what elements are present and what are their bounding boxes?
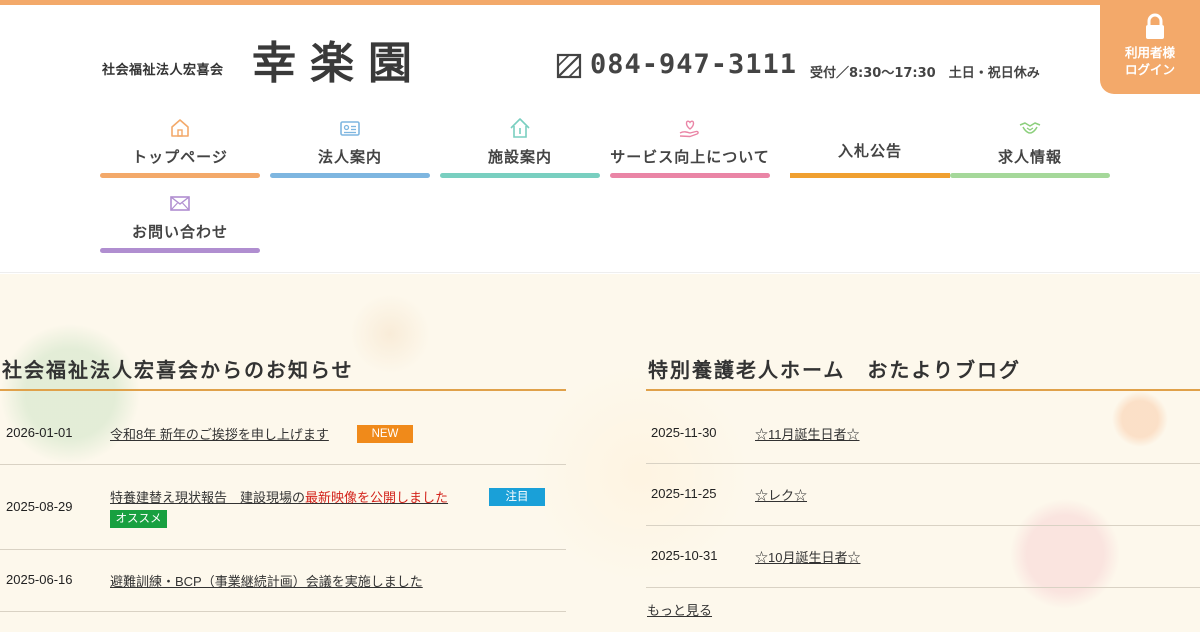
heart-hand-icon <box>679 120 699 138</box>
login-label: 利用者様 ログイン <box>1124 45 1175 77</box>
nav-underline <box>100 173 260 178</box>
news-row: 2025-06-16 避難訓練・BCP（事業継続計画）会議を実施しました <box>0 550 566 612</box>
lock-icon <box>1146 13 1164 39</box>
nav-top-page[interactable]: トップページ <box>100 116 260 178</box>
blog-date: 2025-11-25 <box>651 486 717 501</box>
news-date: 2025-08-29 <box>6 499 73 514</box>
nav-underline <box>270 173 430 178</box>
attention-badge: 注目 <box>489 488 545 506</box>
handshake-icon <box>1019 122 1041 134</box>
id-card-icon <box>340 121 360 136</box>
phone-hours: 受付／8:30～17:30 土日・祝日休み <box>810 66 1040 81</box>
nav-label: 入札公告 <box>837 142 902 160</box>
site-header: 社会福祉法人宏喜会 幸楽園 084-947-3111 受付／8:30～17:30… <box>0 5 1200 273</box>
news-date: 2025-06-16 <box>6 572 73 587</box>
nav-underline <box>950 173 1110 178</box>
nav-underline <box>100 248 260 253</box>
main-content: 社会福祉法人宏喜会からのお知らせ 2026-01-01 令和8年 新年のご挨拶を… <box>0 274 1200 632</box>
news-section-title: 社会福祉法人宏喜会からのお知らせ <box>2 358 354 382</box>
nav-label: 法人案内 <box>317 148 382 166</box>
nav-service[interactable]: サービス向上について <box>610 116 770 178</box>
house-icon <box>171 119 189 137</box>
recommend-badge: オススメ <box>110 510 167 528</box>
blog-more-link[interactable]: もっと見る <box>647 600 712 619</box>
news-title-link[interactable]: 令和8年 新年のご挨拶を申し上げます <box>110 424 329 443</box>
nav-underline <box>610 173 770 178</box>
org-name: 社会福祉法人宏喜会 <box>102 63 224 78</box>
news-row: 2025-08-29 特養建替え現状報告 建設現場の最新映像を公開しました 注目… <box>0 465 566 550</box>
news-date: 2026-01-01 <box>6 425 73 440</box>
highlight-text: 最新映像を公開しました <box>305 490 449 505</box>
user-login-button[interactable]: 利用者様 ログイン <box>1100 5 1200 94</box>
building-icon <box>510 118 530 138</box>
nav-underline <box>440 173 600 178</box>
blog-row: 2025-11-25 ☆レク☆ <box>646 464 1200 526</box>
blog-section-title: 特別養護老人ホーム おたよりブログ <box>648 358 1021 382</box>
nav-label: サービス向上について <box>610 148 770 166</box>
blog-row: 2025-10-31 ☆10月誕生日者☆ <box>646 526 1200 588</box>
nav-recruit[interactable]: 求人情報 <box>950 116 1110 178</box>
nav-facility[interactable]: 施設案内 <box>440 116 600 178</box>
blog-date: 2025-10-31 <box>651 548 718 563</box>
nav-label: トップページ <box>132 148 228 166</box>
blog-title-link[interactable]: ☆レク☆ <box>755 485 807 504</box>
phone-number[interactable]: 084-947-3111 <box>590 49 797 80</box>
nav-label: お問い合わせ <box>131 223 228 241</box>
nav-label: 施設案内 <box>487 148 552 166</box>
site-logo[interactable]: 幸楽園 <box>252 27 426 91</box>
blog-row: 2025-11-30 ☆11月誕生日者☆ <box>646 391 1200 464</box>
blog-date: 2025-11-30 <box>651 425 717 440</box>
blog-title-link[interactable]: ☆11月誕生日者☆ <box>755 424 860 443</box>
phone-icon <box>556 53 582 79</box>
nav-corporation[interactable]: 法人案内 <box>270 116 430 178</box>
news-row: 2026-01-01 令和8年 新年のご挨拶を申し上げます NEW <box>0 391 566 465</box>
blog-title-link[interactable]: ☆10月誕生日者☆ <box>755 547 860 566</box>
nav-tender-notice[interactable]: 入札公告 <box>790 116 950 178</box>
nav-contact[interactable]: お問い合わせ <box>100 191 260 253</box>
nav-label: 求人情報 <box>997 148 1062 166</box>
nav-underline <box>790 173 950 178</box>
new-badge: NEW <box>357 425 413 443</box>
news-title-link[interactable]: 避難訓練・BCP（事業継続計画）会議を実施しました <box>110 571 423 590</box>
news-title-link[interactable]: 特養建替え現状報告 建設現場の最新映像を公開しました <box>110 487 448 506</box>
mail-icon <box>170 196 190 211</box>
